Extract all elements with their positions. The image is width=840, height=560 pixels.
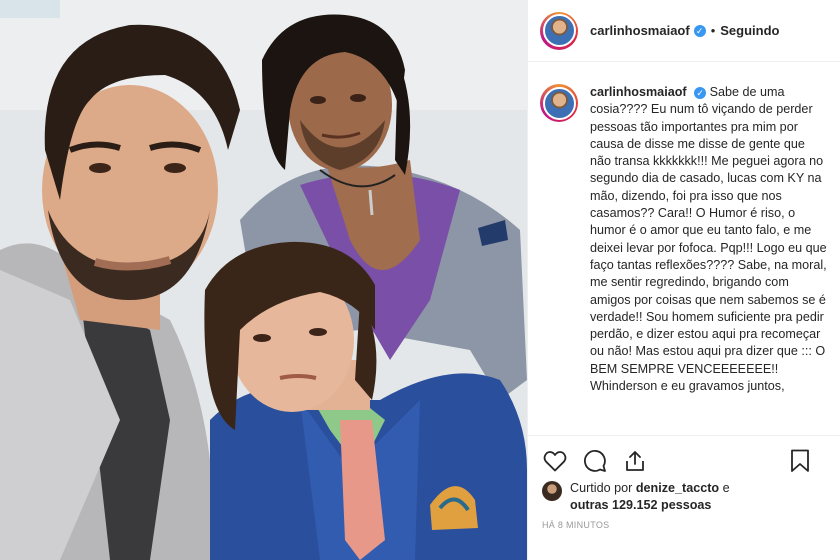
share-button[interactable] bbox=[622, 448, 648, 474]
photo-illustration bbox=[0, 0, 527, 560]
like-button[interactable] bbox=[542, 448, 568, 474]
comment-button[interactable] bbox=[582, 448, 608, 474]
verified-badge-icon: ✓ bbox=[693, 24, 706, 37]
likes-middle: e bbox=[719, 481, 730, 495]
author-avatar-image bbox=[542, 14, 576, 47]
likes-prefix: Curtido por bbox=[570, 481, 636, 495]
likes-section: Curtido por denize_taccto e outras 129.1… bbox=[542, 480, 832, 514]
caption-body: Sabe de uma cosia???? Eu num tô viçando … bbox=[590, 85, 827, 394]
caption-section: carlinhosmaiaof ✓ Sabe de uma cosia???? … bbox=[528, 72, 840, 434]
caption-avatar-image bbox=[542, 86, 576, 120]
save-button[interactable] bbox=[787, 448, 813, 474]
liker-avatar[interactable] bbox=[542, 481, 562, 501]
caption-avatar[interactable] bbox=[540, 84, 578, 122]
post-header: carlinhosmaiaof ✓ • Seguindo bbox=[528, 0, 840, 62]
post-side-panel: carlinhosmaiaof ✓ • Seguindo carlinhosma… bbox=[527, 0, 840, 560]
following-button[interactable]: Seguindo bbox=[720, 23, 779, 38]
verified-badge-icon: ✓ bbox=[694, 87, 707, 99]
author-username[interactable]: carlinhosmaiaof bbox=[590, 23, 690, 38]
header-separator: • bbox=[710, 23, 716, 38]
bookmark-icon bbox=[791, 449, 809, 472]
post-timestamp[interactable]: HÁ 8 MINUTOS bbox=[542, 520, 609, 530]
action-bar bbox=[528, 435, 840, 485]
comment-icon bbox=[584, 449, 606, 472]
post-photo[interactable] bbox=[0, 0, 527, 560]
author-avatar[interactable] bbox=[540, 11, 578, 50]
likes-others-link[interactable]: outras 129.152 pessoas bbox=[570, 498, 711, 512]
share-icon bbox=[626, 450, 644, 471]
caption-username[interactable]: carlinhosmaiaof bbox=[590, 85, 687, 99]
caption-text: carlinhosmaiaof ✓ Sabe de uma cosia???? … bbox=[590, 84, 827, 434]
heart-icon bbox=[543, 450, 567, 471]
likes-text: Curtido por denize_taccto e outras 129.1… bbox=[570, 480, 730, 514]
liker-username[interactable]: denize_taccto bbox=[636, 481, 719, 495]
